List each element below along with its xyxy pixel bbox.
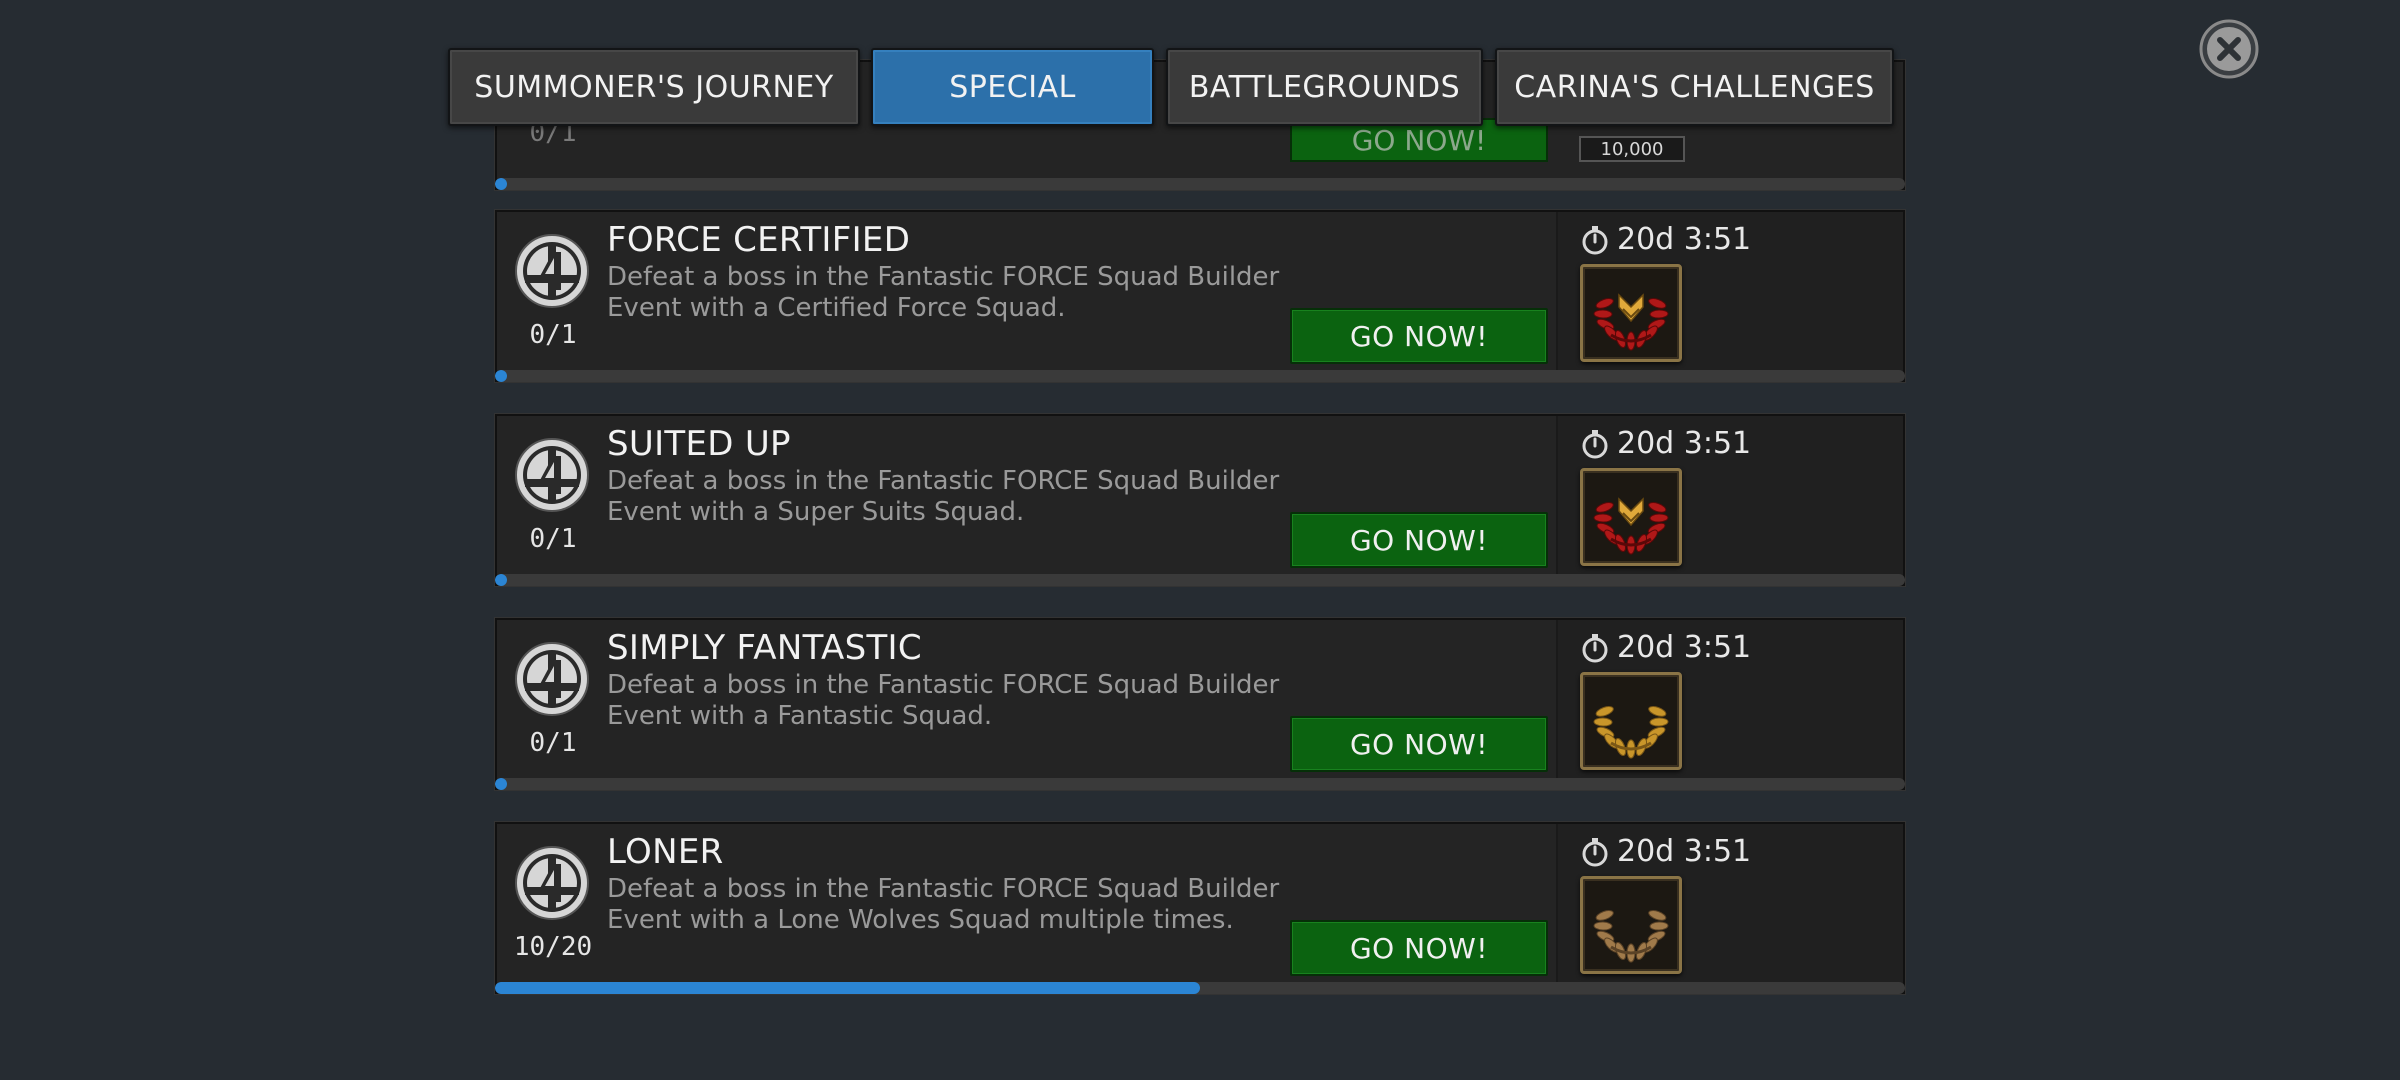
quest-progress-bar <box>495 778 1905 790</box>
fantastic-four-icon <box>515 234 589 308</box>
stopwatch-icon <box>1582 633 1608 662</box>
fantastic-four-icon <box>515 846 589 920</box>
go-now-button[interactable]: GO NOW! <box>1290 920 1548 976</box>
quest-reward[interactable] <box>1580 672 1682 770</box>
quest-count: 0/1 <box>529 524 577 554</box>
quest-description: Defeat a boss in the Fantastic FORCE Squ… <box>607 670 1280 731</box>
fantastic-four-icon <box>515 642 589 716</box>
close-button[interactable] <box>2198 18 2260 80</box>
quests-screen: 0/1 GO NOW! 10,000 SUMMONER'S JOURNEY SP… <box>0 0 2400 1080</box>
red-laurel-crest-icon <box>1593 497 1669 555</box>
go-now-button[interactable]: GO NOW! <box>1290 716 1548 772</box>
reward-amount: 10,000 <box>1579 136 1685 162</box>
stopwatch-icon <box>1582 837 1608 866</box>
quest-title: FORCE CERTIFIED <box>607 220 911 260</box>
quest-card: 10/20 LONER Defeat a boss in the Fantast… <box>495 822 1905 994</box>
timer-text: 20d 3:51 <box>1617 630 1752 665</box>
timer-text: 20d 3:51 <box>1617 426 1752 461</box>
quest-progress-bar <box>495 178 1905 190</box>
quest-progress-fill <box>495 982 1200 994</box>
quest-progress-fill <box>495 574 507 586</box>
quest-title: SUITED UP <box>607 424 791 464</box>
timer-text: 20d 3:51 <box>1617 222 1752 257</box>
quest-progress-bar <box>495 370 1905 382</box>
tab-battlegrounds[interactable]: BATTLEGROUNDS <box>1166 48 1483 126</box>
quest-count: 0/1 <box>529 320 577 350</box>
bronze-laurel-icon <box>1593 910 1669 963</box>
stopwatch-icon <box>1582 429 1608 458</box>
quest-progress-bar <box>495 982 1905 994</box>
quest-reward[interactable] <box>1580 468 1682 566</box>
quest-timer: 20d 3:51 <box>1579 630 1751 665</box>
fantastic-four-icon <box>515 438 589 512</box>
gold-laurel-icon <box>1593 706 1669 759</box>
quest-progress-fill <box>495 778 507 790</box>
red-laurel-crest-icon <box>1593 293 1669 351</box>
stopwatch-icon <box>1582 225 1608 254</box>
quest-card: 0/1 SUITED UP Defeat a boss in the Fanta… <box>495 414 1905 586</box>
quest-count: 0/1 <box>529 728 577 758</box>
quest-title: SIMPLY FANTASTIC <box>607 628 922 668</box>
quest-count: 10/20 <box>513 932 593 962</box>
go-now-button[interactable]: GO NOW! <box>1290 512 1548 568</box>
quest-timer: 20d 3:51 <box>1579 426 1751 461</box>
quest-card: 0/1 FORCE CERTIFIED Defeat a boss in the… <box>495 210 1905 382</box>
quest-description: Defeat a boss in the Fantastic FORCE Squ… <box>607 874 1280 935</box>
quest-reward[interactable] <box>1580 876 1682 974</box>
quest-title: LONER <box>607 832 724 872</box>
quest-progress-fill <box>495 370 507 382</box>
quest-description: Defeat a boss in the Fantastic FORCE Squ… <box>607 262 1280 323</box>
tab-bar: SUMMONER'S JOURNEY SPECIAL BATTLEGROUNDS… <box>0 48 2400 128</box>
go-now-button[interactable]: GO NOW! <box>1290 308 1548 364</box>
quest-description: Defeat a boss in the Fantastic FORCE Squ… <box>607 466 1280 527</box>
quest-timer: 20d 3:51 <box>1579 834 1751 869</box>
timer-text: 20d 3:51 <box>1617 834 1752 869</box>
close-x-icon <box>2199 19 2259 79</box>
quest-timer: 20d 3:51 <box>1579 222 1751 257</box>
quest-reward[interactable] <box>1580 264 1682 362</box>
quest-progress-bar <box>495 574 1905 586</box>
quest-card: 0/1 SIMPLY FANTASTIC Defeat a boss in th… <box>495 618 1905 790</box>
tab-summoners-journey[interactable]: SUMMONER'S JOURNEY <box>448 48 860 126</box>
quest-progress-fill <box>495 178 507 190</box>
tab-carinas-challenges[interactable]: CARINA'S CHALLENGES <box>1495 48 1894 126</box>
tab-special[interactable]: SPECIAL <box>871 48 1154 126</box>
